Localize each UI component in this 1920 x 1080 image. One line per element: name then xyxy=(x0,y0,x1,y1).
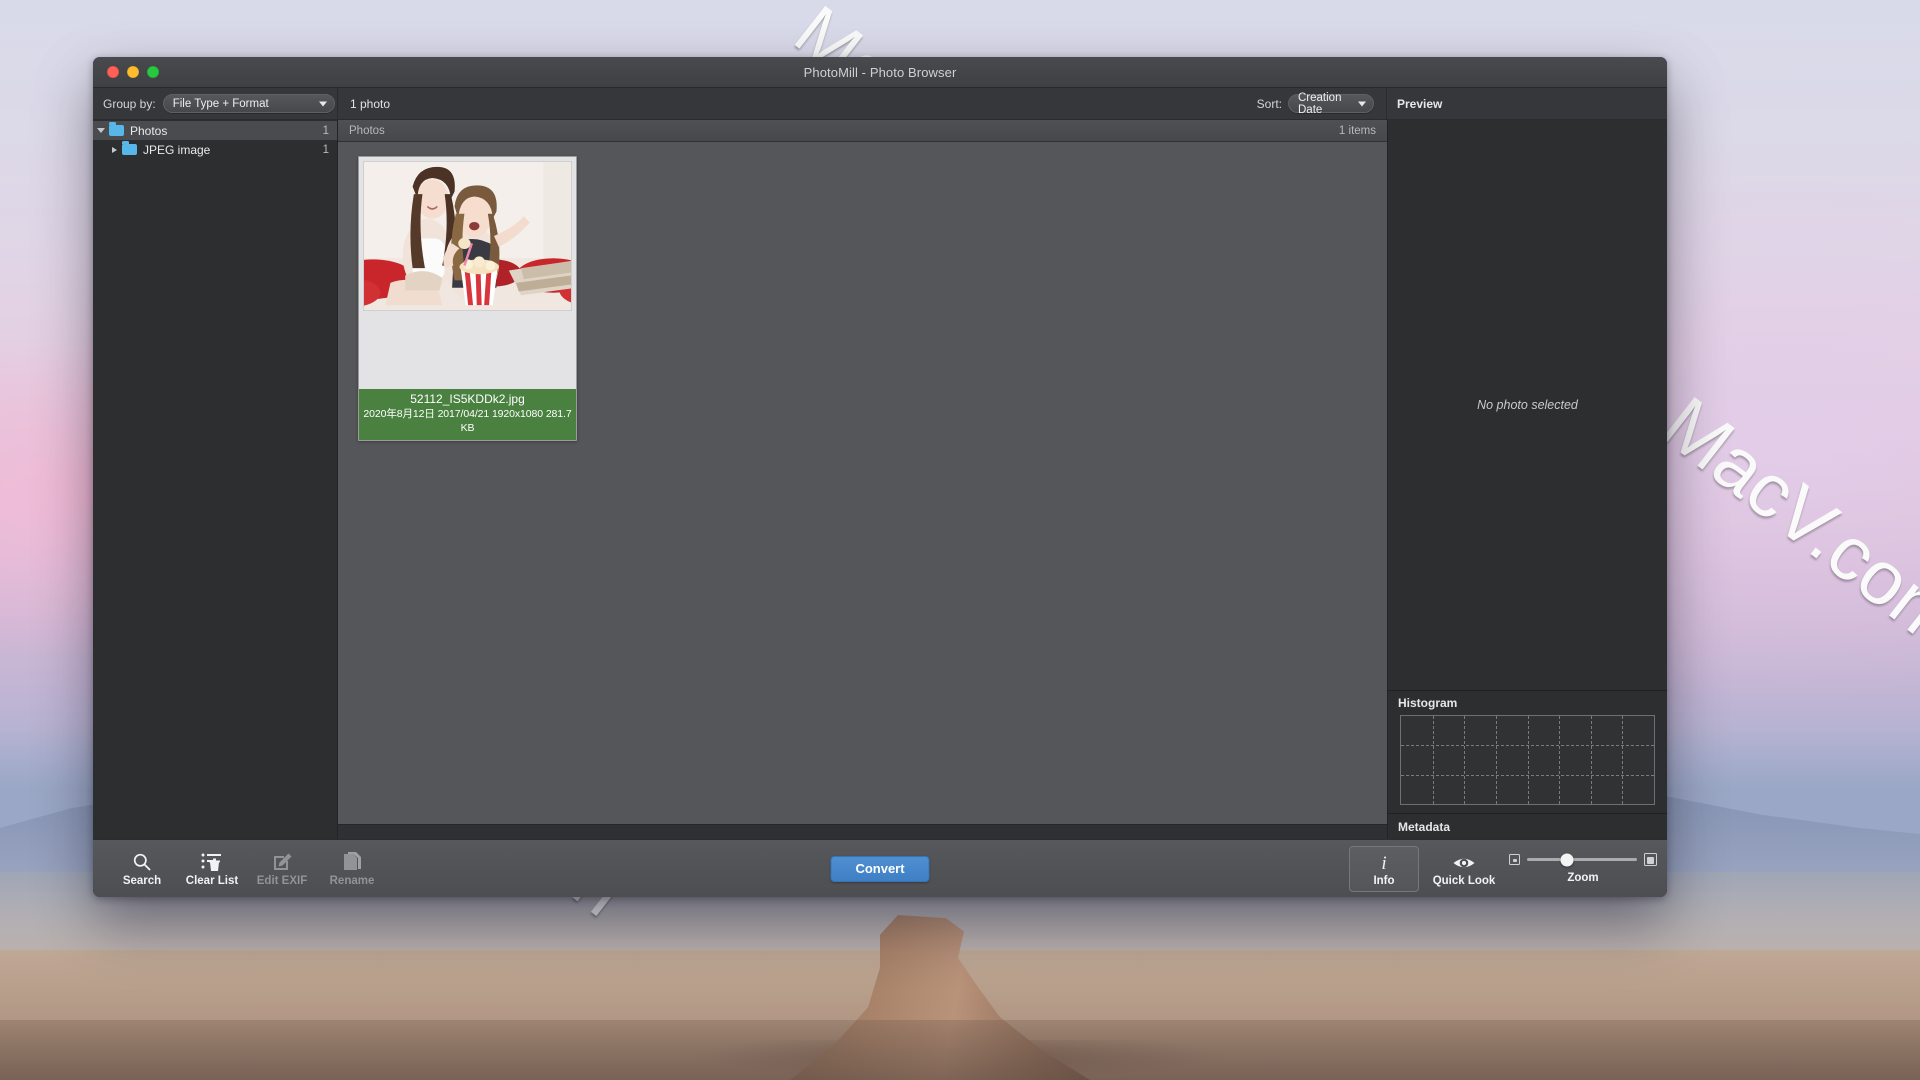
desert-foreground-shadow xyxy=(0,1020,1920,1080)
zoom-out-icon[interactable] xyxy=(1509,854,1520,865)
preview-header-area: Preview xyxy=(1387,88,1667,119)
group-by-value: File Type + Format xyxy=(172,97,269,110)
sort-select[interactable]: Creation Date xyxy=(1288,91,1374,116)
info-icon: i xyxy=(1376,850,1392,872)
zoom-slider-track xyxy=(1527,858,1637,861)
photo-thumbnail xyxy=(364,162,571,310)
bottom-toolbar-left: Search Clear List Edit EXIF Rename xyxy=(93,846,387,892)
zoom-button[interactable] xyxy=(147,66,159,78)
info-label: Info xyxy=(1373,875,1395,887)
search-label: Search xyxy=(122,875,162,887)
sidebar-item-count: 1 xyxy=(322,143,329,156)
watermark-right: MacV.com xyxy=(1647,380,1920,665)
sidebar-item-count: 1 xyxy=(322,124,329,137)
zoom-label: Zoom xyxy=(1567,872,1599,884)
window-title: PhotoMill - Photo Browser xyxy=(803,64,957,80)
rename-label: Rename xyxy=(329,875,375,887)
photo-count-label: 1 photo xyxy=(350,96,391,111)
bottom-toolbar-right: i Info Quick Look Zoom xyxy=(1349,845,1657,892)
thumbnail-filename: 52112_IS5KDDk2.jpg xyxy=(410,392,525,406)
edit-exif-label: Edit EXIF xyxy=(256,875,308,887)
sidebar-item-photos[interactable]: Photos 1 xyxy=(93,121,337,140)
clear-list-icon xyxy=(201,850,223,872)
thumbnail-item[interactable]: 52112_IS5KDDk2.jpg 2020年8月12日 2017/04/21… xyxy=(358,156,577,441)
clear-list-label: Clear List xyxy=(185,875,239,887)
sort-area: Sort: Creation Date xyxy=(1256,91,1374,116)
quick-look-label: Quick Look xyxy=(1432,875,1496,887)
group-by-area: Group by: File Type + Format xyxy=(93,88,338,119)
search-icon xyxy=(132,850,152,872)
photo-browser-content: Photos 1 items 52112_IS5KDDk2.jpg 2020年8… xyxy=(338,120,1387,839)
folder-icon xyxy=(122,141,137,155)
quick-look-button[interactable]: Quick Look xyxy=(1421,846,1507,892)
bottom-toolbar: Search Clear List Edit EXIF Rename Conve… xyxy=(93,839,1667,897)
zoom-slider-row xyxy=(1509,853,1657,866)
sidebar-item-label: Photos xyxy=(130,123,168,138)
info-button[interactable]: i Info xyxy=(1349,845,1419,892)
group-by-label: Group by: xyxy=(103,96,156,111)
chevron-down-icon xyxy=(318,101,327,106)
group-header-bar: Photos 1 items xyxy=(338,120,1387,142)
close-button[interactable] xyxy=(107,66,119,78)
thumbnail-image-frame xyxy=(363,161,572,311)
histogram-chart xyxy=(1400,715,1655,805)
window-titlebar[interactable]: PhotoMill - Photo Browser xyxy=(93,57,1667,88)
chevron-down-icon xyxy=(1358,101,1366,106)
preview-header: Preview xyxy=(1397,96,1443,111)
zoom-in-icon[interactable] xyxy=(1644,853,1657,866)
window-body: Photos 1 JPEG image 1 Photos 1 items 521… xyxy=(93,120,1667,839)
zoom-slider[interactable] xyxy=(1527,853,1637,866)
search-button[interactable]: Search xyxy=(107,846,177,892)
folder-icon xyxy=(109,122,124,136)
sidebar-tree[interactable]: Photos 1 JPEG image 1 xyxy=(93,120,338,839)
photomill-window: PhotoMill - Photo Browser Group by: File… xyxy=(93,57,1667,897)
inspector-panel: No photo selected Histogram Metadata xyxy=(1387,120,1667,839)
edit-exif-button[interactable]: Edit EXIF xyxy=(247,846,317,892)
horizontal-scrollbar[interactable] xyxy=(338,824,1387,839)
svg-text:i: i xyxy=(1381,853,1386,872)
disclosure-triangle-open-icon[interactable] xyxy=(93,128,109,133)
zoom-slider-knob[interactable] xyxy=(1560,853,1574,866)
preview-pane: No photo selected xyxy=(1388,120,1667,691)
thumbnail-caption: 52112_IS5KDDk2.jpg 2020年8月12日 2017/04/21… xyxy=(359,389,576,440)
thumbnail-blank-area xyxy=(359,311,576,389)
content-toolbar: 1 photo Sort: Creation Date xyxy=(338,88,1387,119)
sort-value: Creation Date xyxy=(1298,91,1342,116)
edit-exif-icon xyxy=(272,850,293,872)
histogram-header: Histogram xyxy=(1398,696,1458,710)
group-header-title: Photos xyxy=(349,124,385,137)
minimize-button[interactable] xyxy=(127,66,139,78)
sidebar-item-jpeg-image[interactable]: JPEG image 1 xyxy=(93,140,337,159)
group-by-select[interactable]: File Type + Format xyxy=(162,94,335,113)
eye-icon xyxy=(1452,850,1476,872)
desktop: MacV.com MacV.com MacV.com PhotoMill - P… xyxy=(0,0,1920,1080)
sidebar-item-label: JPEG image xyxy=(143,142,211,157)
sort-label: Sort: xyxy=(1256,96,1282,111)
thumbnail-grid[interactable]: 52112_IS5KDDk2.jpg 2020年8月12日 2017/04/21… xyxy=(338,142,1387,824)
rename-button[interactable]: Rename xyxy=(317,846,387,892)
group-header-count: 1 items xyxy=(1338,124,1376,137)
window-controls xyxy=(107,66,159,78)
preview-empty-text: No photo selected xyxy=(1477,398,1578,412)
zoom-control[interactable]: Zoom xyxy=(1509,846,1657,892)
disclosure-triangle-closed-icon[interactable] xyxy=(106,146,122,153)
thumbnail-metadata: 2020年8月12日 2017/04/21 1920x1080 281.7 KB xyxy=(363,408,572,434)
metadata-header: Metadata xyxy=(1388,813,1667,839)
clear-list-button[interactable]: Clear List xyxy=(177,846,247,892)
rename-icon xyxy=(342,850,363,872)
convert-button[interactable]: Convert xyxy=(830,855,930,882)
top-control-row: Group by: File Type + Format 1 photo Sor… xyxy=(93,88,1667,120)
